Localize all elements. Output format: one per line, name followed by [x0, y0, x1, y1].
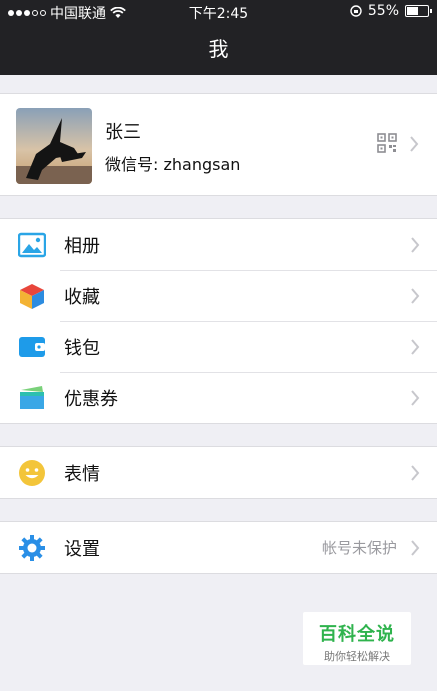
- wechat-id: 微信号: zhangsan: [105, 155, 241, 174]
- menu-item-coupons[interactable]: 优惠券: [0, 372, 437, 423]
- profile-card[interactable]: 张三 微信号: zhangsan: [0, 93, 437, 196]
- battery-icon: [405, 5, 432, 17]
- battery-fill: [407, 7, 418, 15]
- menu-item-favorites[interactable]: 收藏: [0, 270, 437, 321]
- battery-percent: 55%: [367, 3, 399, 19]
- menu-item-label: 表情: [64, 464, 100, 485]
- avatar[interactable]: [16, 108, 92, 184]
- menu-item-stickers[interactable]: 表情: [0, 447, 437, 498]
- nav-title: 我: [0, 24, 437, 75]
- menu-item-settings[interactable]: 设置 帐号未保护: [0, 522, 437, 573]
- menu-item-album[interactable]: 相册: [0, 219, 437, 270]
- wallet-icon: [19, 337, 45, 357]
- menu-group-main: 相册 收藏 钱包 优惠券: [0, 218, 437, 424]
- chevron-right-icon: [411, 540, 420, 556]
- album-icon: [18, 232, 46, 258]
- chevron-right-icon: [411, 465, 420, 481]
- chevron-right-icon: [411, 390, 420, 406]
- menu-group-stickers: 表情: [0, 446, 437, 499]
- chevron-right-icon: [411, 237, 420, 253]
- menu-item-wallet[interactable]: 钱包: [0, 321, 437, 372]
- menu-item-label: 钱包: [64, 338, 100, 359]
- chevron-right-icon: [411, 288, 420, 304]
- watermark-subtitle: 助你轻松解决: [324, 650, 390, 663]
- menu-item-label: 相册: [64, 236, 100, 257]
- rotation-lock-icon: [350, 5, 362, 17]
- watermark-title: 百科全说: [319, 624, 395, 645]
- gear-icon: [19, 535, 45, 561]
- qr-code-icon[interactable]: [377, 133, 397, 153]
- status-bar: 中国联通 下午2:45 55%: [0, 0, 437, 24]
- chevron-right-icon: [411, 339, 420, 355]
- chevron-right-icon: [410, 136, 419, 152]
- watermark-logo: 百科全说 助你轻松解决: [303, 612, 411, 665]
- menu-item-label: 优惠券: [64, 389, 118, 410]
- favorites-cube-icon: [20, 284, 44, 309]
- smiley-icon: [19, 460, 45, 486]
- profile-name: 张三: [105, 122, 141, 143]
- menu-group-settings: 设置 帐号未保护: [0, 521, 437, 574]
- coupon-icon: [20, 386, 44, 409]
- account-protection-note: 帐号未保护: [321, 539, 397, 557]
- menu-item-label: 收藏: [64, 287, 100, 308]
- menu-item-label: 设置: [64, 539, 100, 560]
- status-right: 55%: [350, 3, 432, 19]
